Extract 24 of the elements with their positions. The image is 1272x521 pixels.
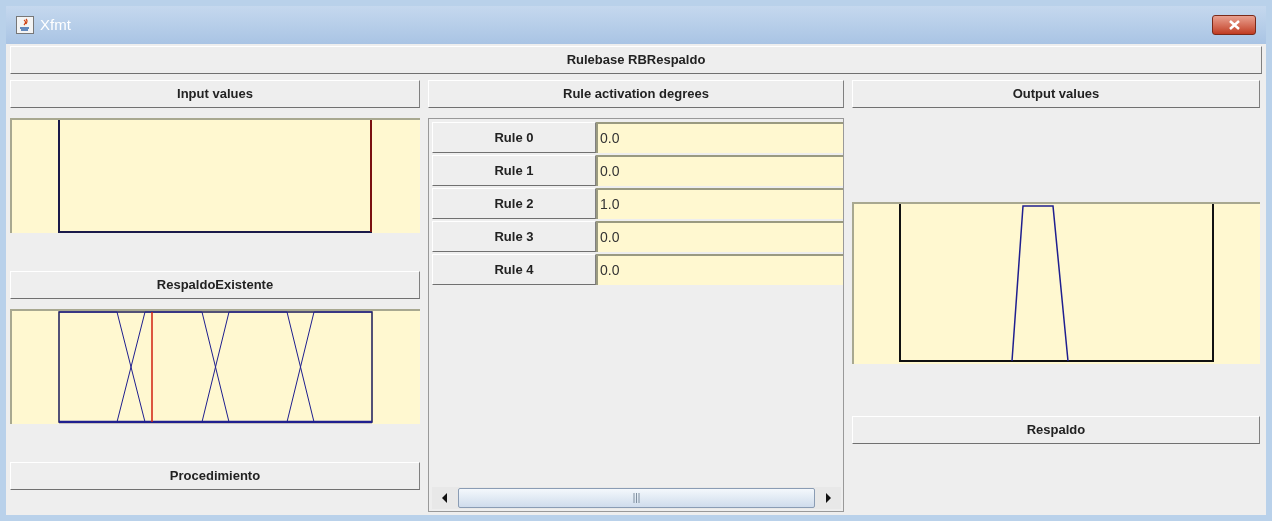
degree-field[interactable]: 0.0 (596, 122, 843, 153)
degree-field[interactable]: 0.0 (596, 221, 843, 252)
column-header[interactable]: Rule activation degrees (428, 80, 844, 108)
variable-button[interactable]: Procedimiento (10, 462, 420, 490)
degree-field[interactable]: 0.0 (596, 254, 843, 285)
column-header[interactable]: Output values (852, 80, 1260, 108)
variable-button[interactable]: RespaldoExistente (10, 271, 420, 299)
scrollbar-thumb[interactable] (458, 488, 815, 508)
app-icon (16, 16, 34, 34)
variable-button[interactable]: Respaldo (852, 416, 1260, 444)
grip-icon (633, 493, 640, 503)
column-header[interactable]: Input values (10, 80, 420, 108)
rulebase-button[interactable]: Rulebase RBRespaldo (10, 46, 1262, 74)
close-icon (1228, 20, 1240, 30)
rule-button[interactable]: Rule 0 (432, 122, 596, 153)
degree-field[interactable]: 1.0 (596, 188, 843, 219)
close-button[interactable] (1212, 15, 1256, 35)
horizontal-scrollbar[interactable] (432, 487, 841, 509)
degree-field[interactable]: 0.0 (596, 155, 843, 186)
window-title: Xfmt (40, 14, 71, 35)
rule-button[interactable]: Rule 3 (432, 221, 596, 252)
rule-button[interactable]: Rule 2 (432, 188, 596, 219)
rule-button[interactable]: Rule 4 (432, 254, 596, 285)
rule-button[interactable]: Rule 1 (432, 155, 596, 186)
